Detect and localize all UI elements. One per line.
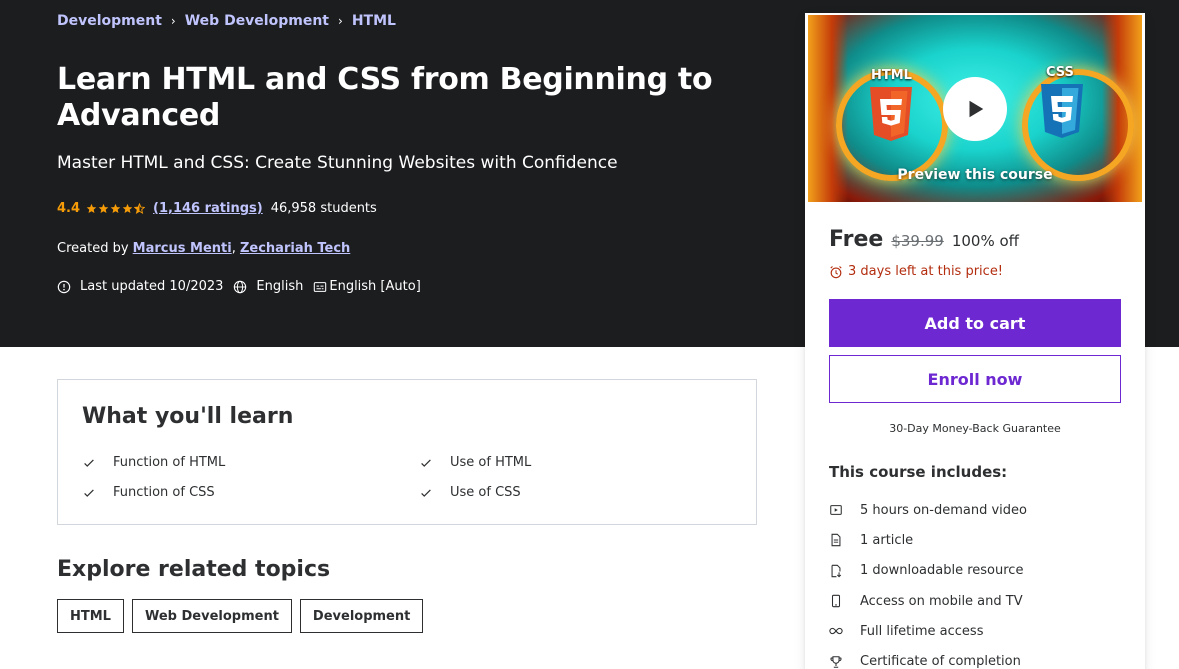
- star-icon: [122, 203, 133, 214]
- topic-development[interactable]: Development: [299, 599, 424, 633]
- price-row: Free $39.99 100% off: [829, 227, 1019, 252]
- topic-web-development[interactable]: Web Development: [131, 599, 292, 633]
- video-icon: [829, 503, 843, 517]
- learn-item-text: Use of HTML: [450, 455, 532, 470]
- breadcrumb-html[interactable]: HTML: [352, 13, 396, 29]
- includes-item: 1 article: [829, 525, 1027, 555]
- includes-item: 1 downloadable resource: [829, 556, 1027, 586]
- half-star-icon: [134, 203, 146, 214]
- learn-item-text: Function of CSS: [113, 485, 215, 500]
- captions-text: English [Auto]: [329, 279, 421, 294]
- rating-stars: [86, 203, 146, 214]
- ratings-count-link[interactable]: (1,146 ratings): [153, 201, 263, 216]
- includes-item-text: 1 article: [860, 532, 914, 548]
- learn-item-text: Use of CSS: [450, 485, 521, 500]
- download-icon: [829, 564, 843, 578]
- topic-html[interactable]: HTML: [57, 599, 124, 633]
- article-icon: [829, 533, 843, 547]
- discount-percent: 100% off: [951, 232, 1019, 250]
- check-icon: [82, 456, 96, 470]
- created-by-label: Created by: [57, 241, 129, 256]
- closed-captions-icon: [313, 280, 327, 294]
- breadcrumb: Development › Web Development › HTML: [57, 13, 396, 29]
- preview-label: Preview this course: [897, 167, 1053, 183]
- what-you-learn-box: What you'll learn Function of HTML Use o…: [57, 379, 757, 525]
- enroll-now-button[interactable]: Enroll now: [829, 355, 1121, 403]
- related-topics-title: Explore related topics: [57, 557, 331, 582]
- check-icon: [419, 456, 433, 470]
- created-by: Created by Marcus Menti, Zechariah Tech: [57, 241, 350, 256]
- play-icon: [969, 100, 984, 118]
- html5-logo-icon: [870, 87, 912, 141]
- learn-title: What you'll learn: [82, 404, 294, 429]
- includes-item-text: 5 hours on-demand video: [860, 502, 1027, 518]
- students-count: 46,958 students: [270, 201, 377, 216]
- includes-title: This course includes:: [829, 463, 1008, 481]
- money-back-guarantee: 30-Day Money-Back Guarantee: [889, 422, 1061, 435]
- includes-item: Certificate of completion: [829, 646, 1027, 669]
- play-button[interactable]: [943, 77, 1007, 141]
- course-subtitle: Master HTML and CSS: Create Stunning Web…: [57, 153, 618, 173]
- alert-clock-icon: [57, 280, 71, 294]
- infinity-icon: [829, 624, 843, 638]
- purchase-card: HTML CSS Preview this course Free $39.99…: [805, 13, 1145, 669]
- timer-text: 3 days left at this price!: [848, 264, 1004, 279]
- includes-item-text: Access on mobile and TV: [860, 593, 1023, 609]
- includes-item: Access on mobile and TV: [829, 586, 1027, 616]
- breadcrumb-development[interactable]: Development: [57, 13, 162, 29]
- includes-item-text: 1 downloadable resource: [860, 563, 1024, 579]
- chevron-right-icon: ›: [338, 14, 343, 28]
- last-updated: Last updated 10/2023: [57, 279, 223, 294]
- rating-score: 4.4: [57, 201, 81, 216]
- includes-item: 5 hours on-demand video: [829, 495, 1027, 525]
- add-to-cart-button[interactable]: Add to cart: [829, 299, 1121, 347]
- current-price: Free: [829, 227, 884, 252]
- trophy-icon: [829, 655, 843, 669]
- mobile-icon: [829, 594, 843, 608]
- css-badge-label: CSS: [1046, 65, 1074, 80]
- course-language: English: [233, 279, 303, 294]
- includes-item-text: Full lifetime access: [860, 623, 984, 639]
- language-text: English: [256, 279, 304, 294]
- course-meta: Last updated 10/2023 English English [Au…: [57, 279, 431, 294]
- star-icon: [110, 203, 121, 214]
- instructor-link-marcus-menti[interactable]: Marcus Menti: [133, 241, 232, 256]
- instructor-separator: ,: [231, 241, 240, 256]
- related-topics: HTML Web Development Development: [57, 599, 424, 633]
- last-updated-text: Last updated 10/2023: [80, 279, 224, 294]
- course-title: Learn HTML and CSS from Beginning to Adv…: [57, 62, 713, 133]
- rating-row: 4.4 (1,146 ratings) 46,958 students: [57, 201, 377, 216]
- learn-item: Use of HTML: [419, 455, 531, 470]
- check-icon: [419, 486, 433, 500]
- price-timer: 3 days left at this price!: [829, 264, 1003, 279]
- css3-logo-icon: [1041, 84, 1083, 138]
- check-icon: [82, 486, 96, 500]
- star-icon: [86, 203, 97, 214]
- includes-item: Full lifetime access: [829, 616, 1027, 646]
- breadcrumb-web-development[interactable]: Web Development: [185, 13, 329, 29]
- instructor-link-zechariah-tech[interactable]: Zechariah Tech: [240, 241, 350, 256]
- includes-item-text: Certificate of completion: [860, 654, 1021, 669]
- chevron-right-icon: ›: [170, 14, 176, 28]
- alarm-clock-icon: [829, 265, 843, 279]
- learn-item: Function of CSS: [82, 485, 215, 500]
- learn-item-text: Function of HTML: [113, 455, 226, 470]
- star-icon: [98, 203, 109, 214]
- learn-item: Function of HTML: [82, 455, 225, 470]
- course-captions: English [Auto]: [313, 279, 421, 294]
- includes-list: 5 hours on-demand video 1 article 1 down…: [829, 495, 1027, 669]
- html-badge-label: HTML: [871, 68, 912, 83]
- course-preview[interactable]: HTML CSS Preview this course: [808, 15, 1142, 202]
- original-price: $39.99: [891, 232, 944, 250]
- globe-icon: [233, 280, 247, 294]
- learn-item: Use of CSS: [419, 485, 521, 500]
